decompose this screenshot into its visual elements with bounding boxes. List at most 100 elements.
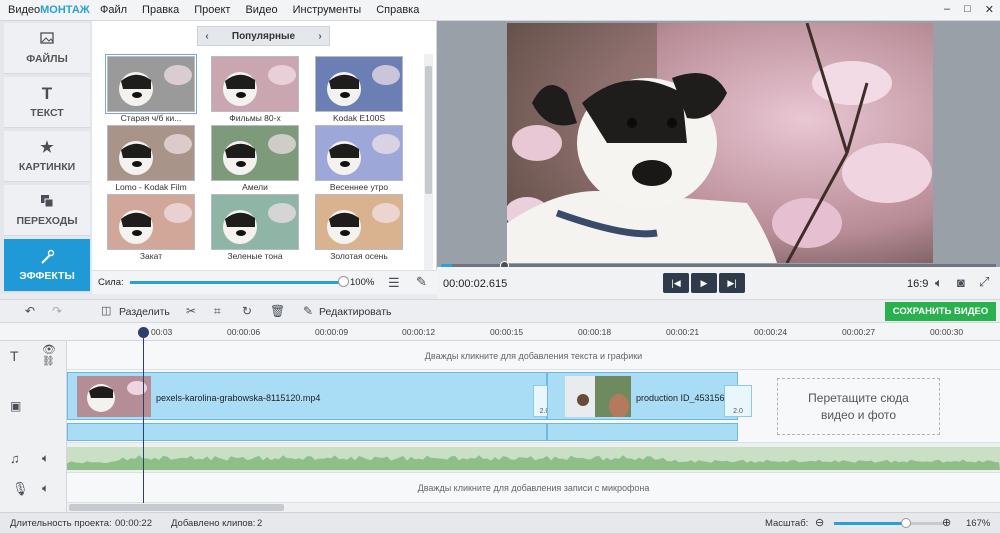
play-icon: ▶: [700, 277, 708, 288]
force-label: Сила:: [98, 277, 124, 288]
effect-thumbnail[interactable]: [315, 56, 403, 112]
clips-label: Добавлено клипов:: [171, 518, 256, 529]
prev-frame-button[interactable]: |◀: [663, 273, 689, 293]
aspect-ratio[interactable]: 16:9: [907, 278, 928, 290]
playhead[interactable]: [143, 328, 144, 503]
next-frame-button[interactable]: ▶|: [719, 273, 745, 293]
mic-track[interactable]: Дважды кликните для добавления записи с …: [67, 473, 1000, 503]
maximize-button[interactable]: □: [964, 3, 971, 16]
clip-1-audio[interactable]: [67, 423, 547, 441]
ruler-tick: 00:00:09: [315, 327, 349, 337]
effect-label: Старая ч/б ки...: [120, 113, 182, 123]
zoom-out-icon[interactable]: ⊖: [815, 516, 824, 529]
tab-images[interactable]: ★ КАРТИНКИ: [4, 131, 90, 182]
sliders-icon[interactable]: ☰: [388, 275, 400, 291]
volume-icon[interactable]: 🔈︎: [935, 275, 943, 291]
zoom-label: Масштаб:: [765, 518, 809, 529]
effects-scrollbar[interactable]: [424, 54, 433, 289]
edit-button[interactable]: Редактировать: [319, 306, 392, 318]
category-selector[interactable]: ‹ Популярные ›: [197, 26, 330, 46]
link-icon[interactable]: ⛓︎: [42, 356, 55, 367]
timecode: 00:00:02.615: [443, 278, 508, 290]
fullscreen-icon[interactable]: ⤢: [979, 274, 989, 290]
chevron-right-icon[interactable]: ›: [311, 31, 329, 42]
ruler-tick: 00:00:24: [754, 327, 788, 337]
ruler-tick: 00:00:27: [842, 327, 876, 337]
chevron-left-icon[interactable]: ‹: [198, 31, 216, 42]
effect-thumbnail[interactable]: [107, 125, 195, 181]
video-clip-2[interactable]: production ID_453156: [547, 372, 738, 420]
left-tabs: ФАЙЛЫ T ТЕКСТ ★ КАРТИНКИ ПЕРЕХОДЫ ЭФФЕКТ…: [0, 21, 92, 294]
effect-thumbnail[interactable]: [107, 194, 195, 250]
effect-label: Амели: [242, 182, 268, 192]
timeline-ruler[interactable]: 00:03 00:00:06 00:00:09 00:00:12 00:00:1…: [0, 323, 1000, 341]
menu-help[interactable]: Справка: [376, 4, 419, 16]
transition-block-2[interactable]: 2.0: [724, 385, 752, 417]
effect-thumbnail[interactable]: [211, 56, 299, 112]
ruler-tick: 00:00:18: [578, 327, 612, 337]
split-button[interactable]: Разделить: [119, 306, 170, 318]
force-slider-handle[interactable]: [338, 276, 349, 287]
brush-icon[interactable]: ✎: [416, 274, 427, 290]
tab-text-label: ТЕКСТ: [30, 106, 64, 119]
effect-thumbnail[interactable]: [315, 194, 403, 250]
drop-zone[interactable]: Перетащите сюда видео и фото: [777, 378, 940, 435]
music-icon: ♫: [10, 451, 20, 466]
force-slider[interactable]: [130, 281, 344, 284]
playhead-handle[interactable]: [138, 327, 149, 338]
crop-icon[interactable]: ⌗: [214, 304, 221, 319]
play-button[interactable]: ▶: [691, 273, 717, 293]
clip-thumbnail: [77, 376, 151, 417]
zoom-slider-handle[interactable]: [901, 518, 911, 528]
split-icon: ◫: [101, 305, 112, 317]
effect-label: Kodak E100S: [333, 113, 385, 123]
eye-icon[interactable]: 👁︎: [42, 343, 56, 356]
timeline-scrollbar[interactable]: [67, 503, 1000, 512]
clip-2-audio[interactable]: [547, 423, 738, 441]
tab-transitions-label: ПЕРЕХОДЫ: [16, 214, 78, 227]
redo-icon[interactable]: ↷: [52, 304, 62, 318]
tab-effects-label: ЭФФЕКТЫ: [19, 269, 75, 282]
close-button[interactable]: ✕: [985, 3, 994, 16]
text-track-icon: T: [10, 348, 19, 364]
camera-icon[interactable]: ◙: [957, 275, 965, 290]
volume-icon[interactable]: 🔈︎: [42, 481, 49, 496]
effect-label: Фильмы 80-х: [229, 113, 281, 123]
video-frame: [507, 23, 933, 263]
scissors-icon[interactable]: ✂: [186, 304, 196, 318]
duration-label: Длительность проекта:: [10, 518, 112, 529]
clip-thumbnail: [565, 376, 631, 417]
effect-thumbnail[interactable]: [105, 54, 197, 114]
tab-files[interactable]: ФАЙЛЫ: [4, 23, 90, 74]
minimize-button[interactable]: –: [944, 3, 950, 16]
tab-text[interactable]: T ТЕКСТ: [4, 77, 90, 128]
trash-icon[interactable]: 🗑︎: [270, 304, 285, 318]
menu-video[interactable]: Видео: [245, 4, 277, 16]
zoom-slider-fill: [834, 522, 906, 525]
save-video-button[interactable]: СОХРАНИТЬ ВИДЕО: [885, 302, 996, 321]
menu-tools[interactable]: Инструменты: [293, 4, 362, 16]
app-logo: ВидеоМОНТАЖ: [8, 4, 90, 16]
edit-icon: ✎: [303, 304, 314, 318]
mic-track-hint: Дважды кликните для добавления записи с …: [417, 483, 650, 493]
ruler-tick: 00:03: [151, 327, 173, 337]
rotate-icon[interactable]: ↻: [242, 304, 252, 318]
effect-thumbnail[interactable]: [211, 194, 299, 250]
text-track[interactable]: Дважды кликните для добавления текста и …: [67, 341, 1000, 370]
status-bar: Длительность проекта: 00:00:22 Добавлено…: [0, 512, 1000, 533]
zoom-in-icon[interactable]: ⊕: [942, 516, 951, 529]
menu-file[interactable]: Файл: [100, 4, 127, 16]
menu-edit[interactable]: Правка: [142, 4, 179, 16]
video-clip-1[interactable]: pexels-karolina-grabowska-8115120.mp4: [67, 372, 547, 420]
undo-icon[interactable]: ↶: [25, 304, 35, 318]
effect-thumbnail[interactable]: [211, 125, 299, 181]
tab-files-label: ФАЙЛЫ: [26, 52, 68, 65]
duration-value: 00:00:22: [115, 518, 152, 529]
volume-icon[interactable]: 🔈︎: [42, 451, 49, 466]
tab-effects[interactable]: ЭФФЕКТЫ: [4, 239, 90, 292]
clip-1-name: pexels-karolina-grabowska-8115120.mp4: [156, 393, 321, 403]
category-label: Популярные: [231, 30, 296, 42]
tab-transitions[interactable]: ПЕРЕХОДЫ: [4, 185, 90, 236]
menu-project[interactable]: Проект: [194, 4, 230, 16]
effect-thumbnail[interactable]: [315, 125, 403, 181]
